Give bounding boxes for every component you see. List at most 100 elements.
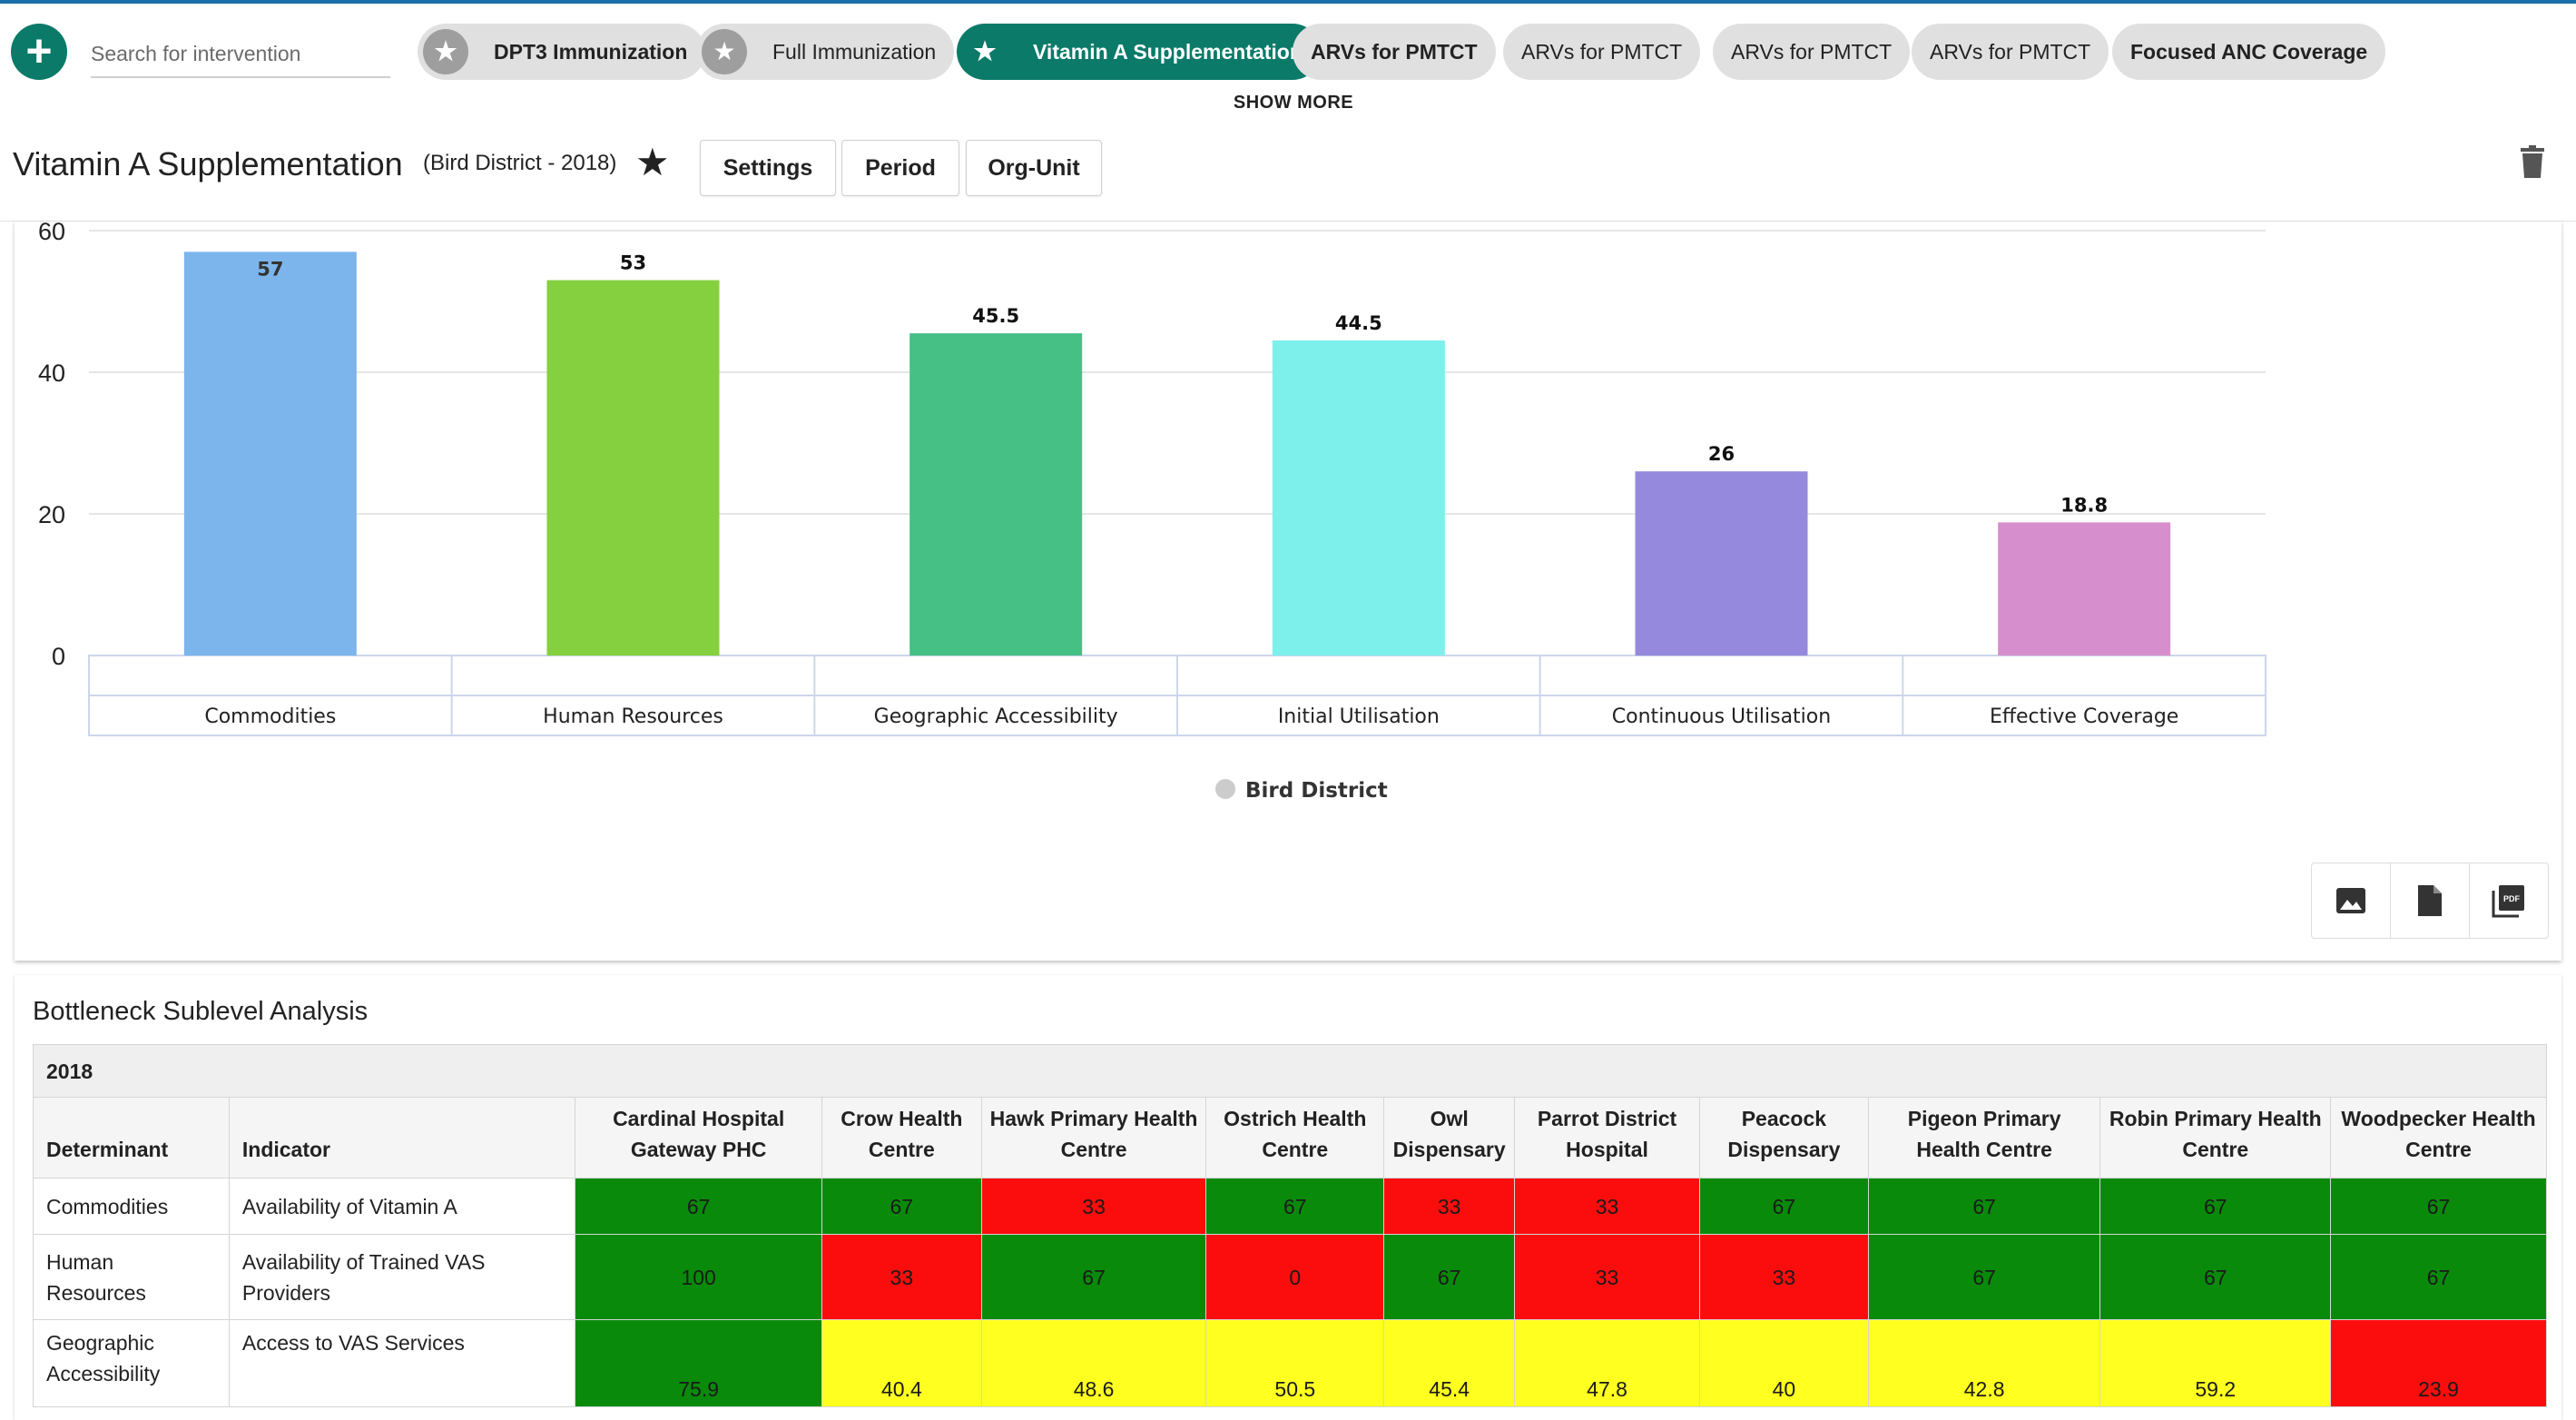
score-cell: 67 xyxy=(1698,1178,1869,1235)
search-input[interactable] xyxy=(91,31,390,78)
column-header: Robin Primary Health Centre xyxy=(2099,1097,2332,1178)
column-header: Cardinal Hospital Gateway PHC xyxy=(575,1097,822,1178)
score-cell: 47.8 xyxy=(1514,1319,1700,1407)
score-cell: 75.9 xyxy=(575,1319,822,1407)
column-header: Crow Health Centre xyxy=(821,1097,982,1178)
score-cell: 45.4 xyxy=(1383,1319,1516,1407)
x-tick-label: Effective Coverage xyxy=(1990,705,2178,728)
org-unit-button[interactable]: Org-Unit xyxy=(966,140,1102,196)
show-more-link[interactable]: SHOW MORE xyxy=(1198,93,1389,113)
chip-label: Focused ANC Coverage xyxy=(2130,40,2368,64)
score-cell: 33 xyxy=(821,1234,982,1320)
intervention-toolbar: + ★ DPT3 Immunization ★ Full Immunization ★ V… xyxy=(0,4,2576,122)
intervention-chip[interactable]: ★ Vitamin A Supplementation xyxy=(957,24,1321,80)
y-tick-label: 20 xyxy=(38,501,65,528)
intervention-chip[interactable]: ARVs for PMTCT xyxy=(1912,24,2109,80)
score-cell: 33 xyxy=(980,1178,1207,1235)
bar xyxy=(546,280,720,656)
score-cell: 50.5 xyxy=(1205,1319,1385,1407)
export-csv-button[interactable] xyxy=(2391,863,2470,938)
chip-label: ARVs for PMTCT xyxy=(1521,40,1683,64)
column-header: Parrot District Hospital xyxy=(1514,1097,1700,1178)
column-header: Indicator xyxy=(228,1097,576,1178)
score-cell: 100 xyxy=(575,1234,822,1320)
sublevel-analysis-card: Bottleneck Sublevel Analysis 2018 Determi… xyxy=(15,975,2561,1420)
determinant-cell: Commodities xyxy=(33,1178,230,1235)
score-cell: 48.6 xyxy=(980,1319,1207,1407)
bar xyxy=(1635,471,1808,656)
data-label: 26 xyxy=(1708,443,1735,465)
x-tick-label: Commodities xyxy=(204,705,336,728)
y-tick-label: 0 xyxy=(52,643,65,670)
add-intervention-button[interactable]: + xyxy=(11,24,67,80)
period-button[interactable]: Period xyxy=(841,140,959,196)
score-cell: 33 xyxy=(1383,1178,1516,1235)
indicator-cell: Availability of Trained VAS Providers xyxy=(228,1234,576,1320)
score-cell: 33 xyxy=(1514,1178,1700,1235)
column-header: Ostrich Health Centre xyxy=(1205,1097,1385,1178)
score-cell: 67 xyxy=(1383,1234,1516,1320)
year-header: 2018 xyxy=(33,1044,2547,1098)
indicator-cell: Availability of Vitamin A xyxy=(228,1178,576,1235)
intervention-chip[interactable]: ARVs for PMTCT xyxy=(1503,24,1701,80)
intervention-chip[interactable]: ★ DPT3 Immunization xyxy=(418,24,706,80)
intervention-chip[interactable]: ★ Full Immunization xyxy=(696,24,955,80)
intervention-chip[interactable]: Focused ANC Coverage xyxy=(2112,24,2386,80)
column-header: Determinant xyxy=(33,1097,230,1178)
chip-label: ARVs for PMTCT xyxy=(1731,40,1893,64)
column-header: Owl Dispensary xyxy=(1383,1097,1516,1178)
score-cell: 42.8 xyxy=(1867,1319,2101,1407)
bar xyxy=(183,251,357,656)
chip-label: ARVs for PMTCT xyxy=(1311,40,1478,64)
column-header: Peacock Dispensary xyxy=(1698,1097,1869,1178)
column-header: Woodpecker Health Centre xyxy=(2330,1097,2547,1178)
file-icon xyxy=(2418,885,2442,916)
data-label: 44.5 xyxy=(1335,312,1382,334)
score-cell: 40 xyxy=(1698,1319,1869,1407)
score-cell: 67 xyxy=(575,1178,822,1235)
trash-icon[interactable] xyxy=(2520,145,2545,178)
data-label: 53 xyxy=(620,252,646,274)
favorite-star-icon[interactable]: ★ xyxy=(635,140,670,184)
star-icon: ★ xyxy=(423,29,468,74)
score-cell: 67 xyxy=(1867,1178,2101,1235)
y-tick-label: 40 xyxy=(38,360,65,387)
score-cell: 67 xyxy=(1867,1234,2101,1320)
score-cell: 67 xyxy=(2099,1178,2332,1235)
score-cell: 40.4 xyxy=(821,1319,982,1407)
legend-label: Bird District xyxy=(1245,779,1388,803)
data-label: 18.8 xyxy=(2060,494,2108,516)
image-icon xyxy=(2336,888,2365,913)
column-header: Hawk Primary Health Centre xyxy=(980,1097,1207,1178)
score-cell: 67 xyxy=(2330,1178,2547,1235)
dashboard-header: Vitamin A Supplementation (Bird District… xyxy=(0,122,2576,222)
score-cell: 67 xyxy=(2099,1234,2332,1320)
bar xyxy=(1998,522,2171,656)
svg-text:PDF: PDF xyxy=(2503,894,2521,903)
intervention-chip[interactable]: ARVs for PMTCT xyxy=(1293,24,1496,80)
table-row: Human Resources Availability of Trained V… xyxy=(33,1234,2547,1320)
settings-button[interactable]: Settings xyxy=(700,140,836,196)
score-cell: 67 xyxy=(1205,1178,1385,1235)
bottleneck-bar-chart: 0 20 40 60 57 Commodities 53 Human Resources 45.… xyxy=(38,222,2266,803)
score-cell: 59.2 xyxy=(2099,1319,2332,1407)
x-tick-label: Continuous Utilisation xyxy=(1612,705,1831,728)
table-row: Commodities Availability of Vitamin A 67 67… xyxy=(33,1178,2547,1235)
star-icon: ★ xyxy=(962,29,1008,74)
export-pdf-button[interactable]: PDF xyxy=(2470,863,2548,938)
bottleneck-chart-card: 0 20 40 60 57 Commodities 53 Human Resources 45.… xyxy=(15,222,2561,961)
indicator-cell: Access to VAS Services xyxy=(228,1319,576,1407)
determinant-cell: Human Resources xyxy=(33,1234,230,1320)
chip-label: ARVs for PMTCT xyxy=(1930,40,2091,64)
intervention-chip[interactable]: ARVs for PMTCT xyxy=(1713,24,1911,80)
score-cell: 67 xyxy=(980,1234,1207,1320)
export-image-button[interactable] xyxy=(2312,863,2391,938)
y-tick-label: 60 xyxy=(38,222,65,245)
chip-label: Full Immunization xyxy=(772,40,937,64)
score-cell: 0 xyxy=(1205,1234,1385,1320)
table-row: Geographic Accessibility Access to VAS Se… xyxy=(33,1319,2547,1407)
score-cell: 23.9 xyxy=(2330,1319,2547,1407)
score-cell: 33 xyxy=(1514,1234,1700,1320)
x-tick-label: Initial Utilisation xyxy=(1278,705,1440,728)
page-subtitle: (Bird District - 2018) xyxy=(423,151,617,175)
